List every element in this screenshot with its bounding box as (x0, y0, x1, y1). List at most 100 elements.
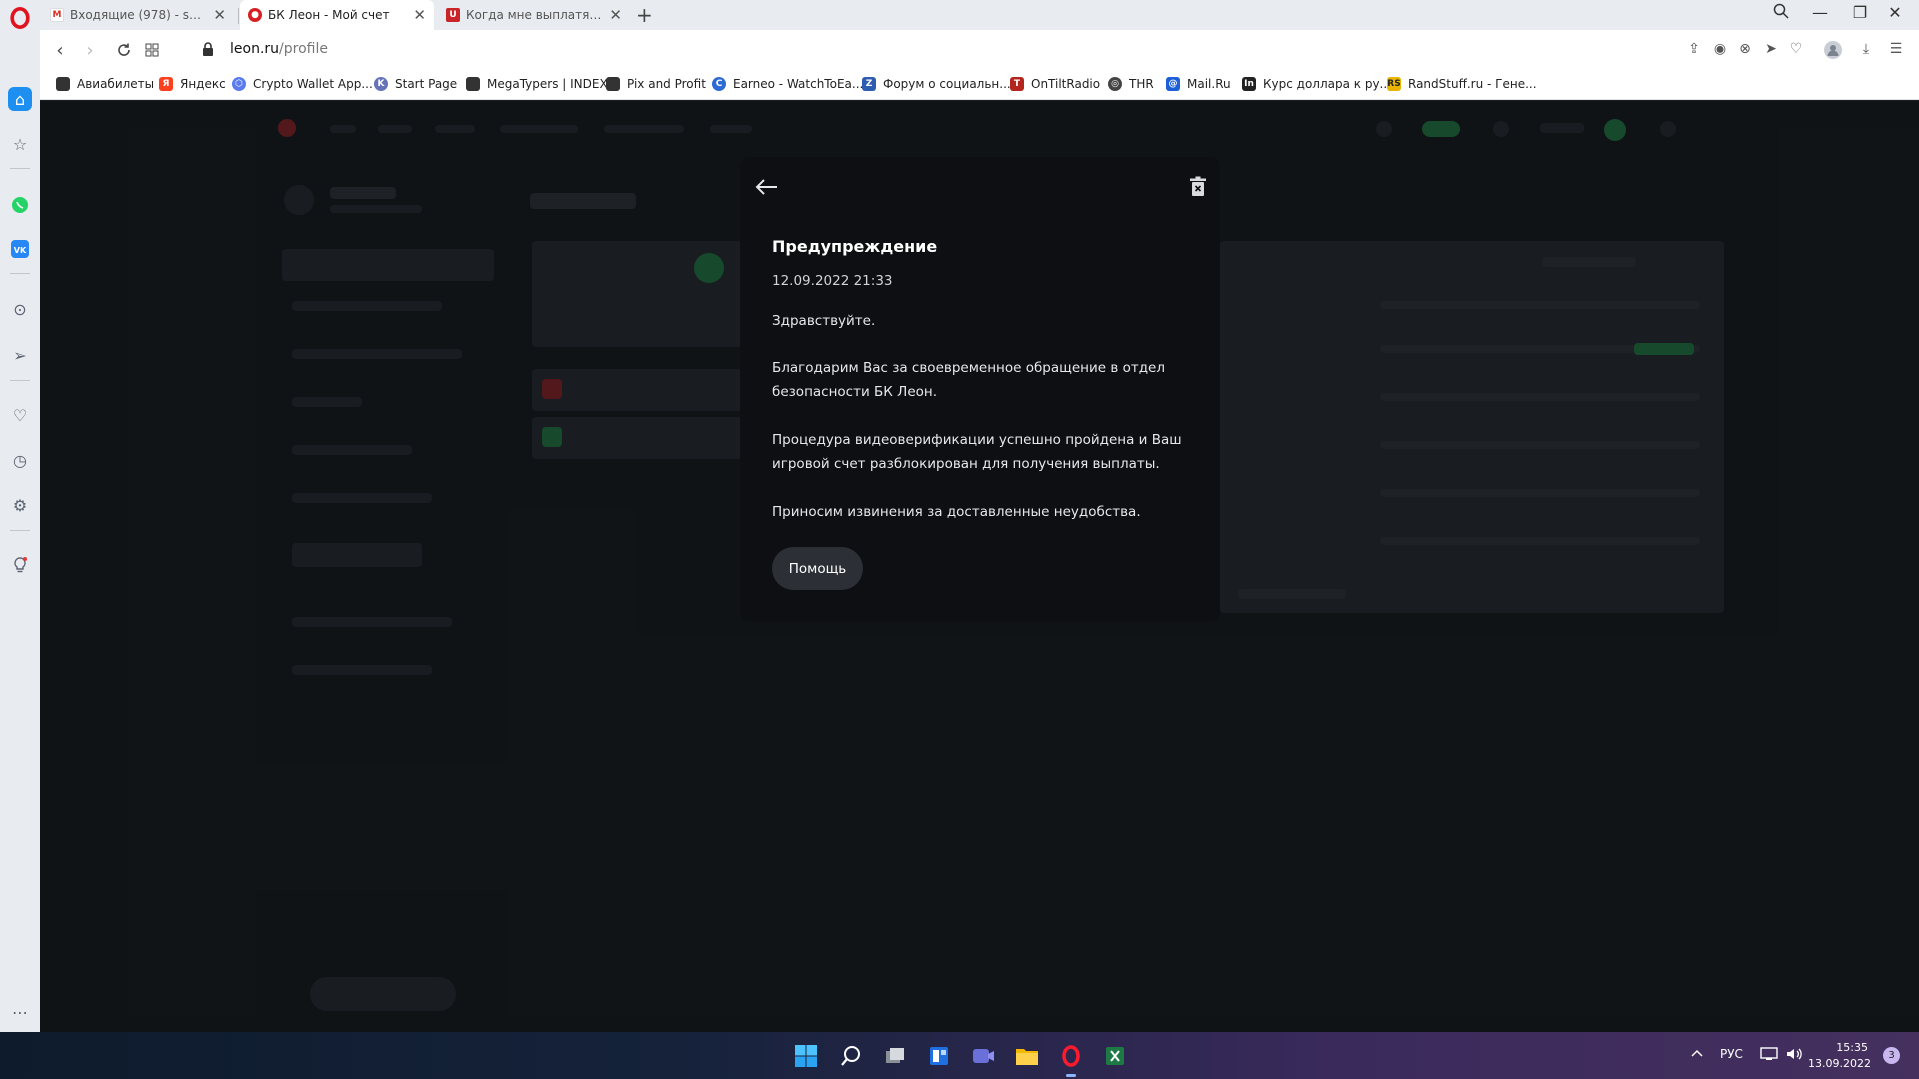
volume-icon[interactable] (1785, 1047, 1803, 1064)
leon-icon: ● (248, 8, 262, 22)
teams-chat-icon[interactable] (968, 1041, 998, 1071)
sidebar-divider (10, 380, 30, 381)
bookmark-label: Форум о социальн... (883, 77, 1011, 91)
page-icon (466, 77, 480, 91)
bookmark-item[interactable]: MegaTypers | INDEX (466, 77, 608, 91)
search-icon[interactable] (836, 1041, 866, 1071)
modal-title: Предупреждение (772, 237, 938, 256)
bookmark-label: Pix and Profit (627, 77, 706, 91)
restore-button[interactable]: ❐ (1845, 3, 1875, 22)
bookmark-item[interactable]: C Earneo - WatchToEa... (712, 77, 863, 91)
tab-close-icon[interactable]: ✕ (213, 6, 226, 24)
close-window-button[interactable]: ✕ (1880, 3, 1910, 22)
bookmark-item[interactable]: T OnTiltRadio (1010, 77, 1100, 91)
opera-menu-button[interactable] (6, 4, 34, 32)
history-clock-icon[interactable]: ◷ (8, 448, 32, 472)
reload-button[interactable] (112, 38, 136, 62)
bookmark-label: THR (1129, 77, 1154, 91)
tab-leon-payout[interactable]: U Когда мне выплатят мои с ✕ (438, 0, 630, 30)
settings-gear-icon[interactable]: ⚙ (8, 493, 32, 517)
tab-title: Когда мне выплатят мои с (466, 8, 601, 22)
url-field[interactable]: leon.ru/profile (230, 41, 328, 57)
mailru-icon: @ (1166, 77, 1180, 91)
back-button[interactable]: ‹ (48, 38, 72, 62)
adblock-icon[interactable]: ⊗ (1736, 41, 1754, 59)
bookmark-item[interactable]: Я Яндекс (159, 77, 226, 91)
favorite-heart-icon[interactable]: ♡ (1787, 41, 1805, 59)
share-icon[interactable]: ⇪ (1685, 41, 1703, 59)
help-button[interactable]: Помощь (772, 547, 863, 590)
forum-icon: Z (862, 77, 876, 91)
lock-icon[interactable] (200, 41, 216, 57)
clock-date: 13.09.2022 (1808, 1057, 1871, 1070)
page-icon (606, 77, 620, 91)
tab-title: Входящие (978) - sacresscы (70, 8, 206, 22)
network-icon[interactable] (1760, 1047, 1778, 1064)
tiles-icon (145, 43, 159, 57)
tab-leon-account[interactable]: ● БК Леон - Мой счет ✕ (240, 0, 434, 30)
bookmark-item[interactable]: ◎ THR (1108, 77, 1154, 91)
forward-button[interactable]: › (78, 38, 102, 62)
bookmark-item[interactable]: Авиабилеты (56, 77, 154, 91)
search-tabs-icon[interactable] (1766, 3, 1796, 23)
excel-icon[interactable] (1100, 1041, 1130, 1071)
clock-time: 15:35 (1836, 1041, 1868, 1054)
whatsapp-icon[interactable] (8, 193, 32, 217)
bookmark-item[interactable]: ⬡ Crypto Wallet App... (232, 77, 373, 91)
bookmark-label: Авиабилеты (77, 77, 155, 91)
windows-start-icon[interactable] (791, 1041, 821, 1071)
file-explorer-icon[interactable] (1012, 1041, 1042, 1071)
sidebar-divider (10, 168, 30, 169)
tab-close-icon[interactable]: ✕ (609, 6, 622, 24)
reload-icon (118, 43, 130, 56)
bookmark-label: MegaTypers | INDEX (487, 77, 608, 91)
trash-icon[interactable] (1189, 176, 1207, 198)
downloads-icon[interactable]: ⤓ (1857, 41, 1875, 59)
bookmark-item[interactable]: K Start Page (374, 77, 457, 91)
bookmark-item[interactable]: Pix and Profit (606, 77, 706, 91)
bookmark-label: Start Page (395, 77, 458, 91)
ontilt-icon: T (1010, 77, 1024, 91)
minimize-button[interactable]: — (1805, 3, 1835, 22)
sidebar-divider (10, 530, 30, 531)
address-bar: ‹ › leon.ru/profile ⇪ ◉ ⊗ ➤ ♡ ⤓ ☰ (40, 30, 1919, 70)
tab-gmail[interactable]: M Входящие (978) - sacresscы ✕ (42, 0, 234, 30)
tab-close-icon[interactable]: ✕ (413, 6, 426, 24)
bookmark-item[interactable]: RS RandStuff.ru - Гене... (1387, 77, 1537, 91)
yandex-icon: Я (159, 77, 173, 91)
bookmark-label: Курс доллара к ру... (1263, 77, 1391, 91)
opera-sidebar: ⌂ ☆ VK ⊙ ➢ ♡ ◷ ⚙ ⋯ (0, 30, 40, 1032)
notification-badge[interactable]: 3 (1883, 1047, 1900, 1064)
home-icon[interactable]: ⌂ (8, 87, 32, 111)
profile-avatar-icon[interactable] (1824, 41, 1842, 59)
widgets-icon[interactable] (924, 1041, 954, 1071)
svg-text:VK: VK (14, 246, 27, 255)
new-tab-button[interactable]: + (636, 3, 653, 27)
bookmark-item[interactable]: In Курс доллара к ру... (1242, 77, 1391, 91)
bookmarks-heart-icon[interactable]: ♡ (8, 403, 32, 427)
tips-bulb-icon[interactable] (8, 553, 32, 577)
opera-taskbar-icon[interactable] (1056, 1041, 1086, 1077)
player-icon[interactable]: ⊙ (8, 297, 32, 321)
tray-overflow-icon[interactable] (1690, 1047, 1704, 1062)
sidebar-divider (10, 273, 30, 274)
bookmarks-bar: Авиабилеты Я Яндекс ⬡ Crypto Wallet App...… (40, 70, 1919, 100)
language-indicator[interactable]: РУС (1720, 1047, 1743, 1061)
easy-setup-icon[interactable]: ☰ (1887, 41, 1905, 59)
more-options-icon[interactable]: ⋯ (8, 1000, 32, 1024)
bookmark-label: RandStuff.ru - Гене... (1408, 77, 1537, 91)
snapshot-icon[interactable]: ◉ (1711, 41, 1729, 59)
back-arrow-icon[interactable] (753, 177, 779, 197)
bookmark-item[interactable]: @ Mail.Ru (1166, 77, 1231, 91)
flow-icon[interactable]: ➢ (8, 343, 32, 367)
taskbar-clock[interactable]: 15:35 13.09.2022 (1808, 1040, 1871, 1072)
tiles-button[interactable] (140, 38, 164, 62)
bookmark-item[interactable]: Z Форум о социальн... (862, 77, 1011, 91)
modal-greeting: Здравствуйте. (772, 313, 876, 329)
send-icon[interactable]: ➤ (1762, 41, 1780, 59)
bookmark-label: Mail.Ru (1187, 77, 1231, 91)
task-view-icon[interactable] (880, 1041, 910, 1071)
speed-dial-icon[interactable]: ☆ (8, 132, 32, 156)
vk-icon[interactable]: VK (8, 237, 32, 261)
bookmark-label: OnTiltRadio (1031, 77, 1101, 91)
